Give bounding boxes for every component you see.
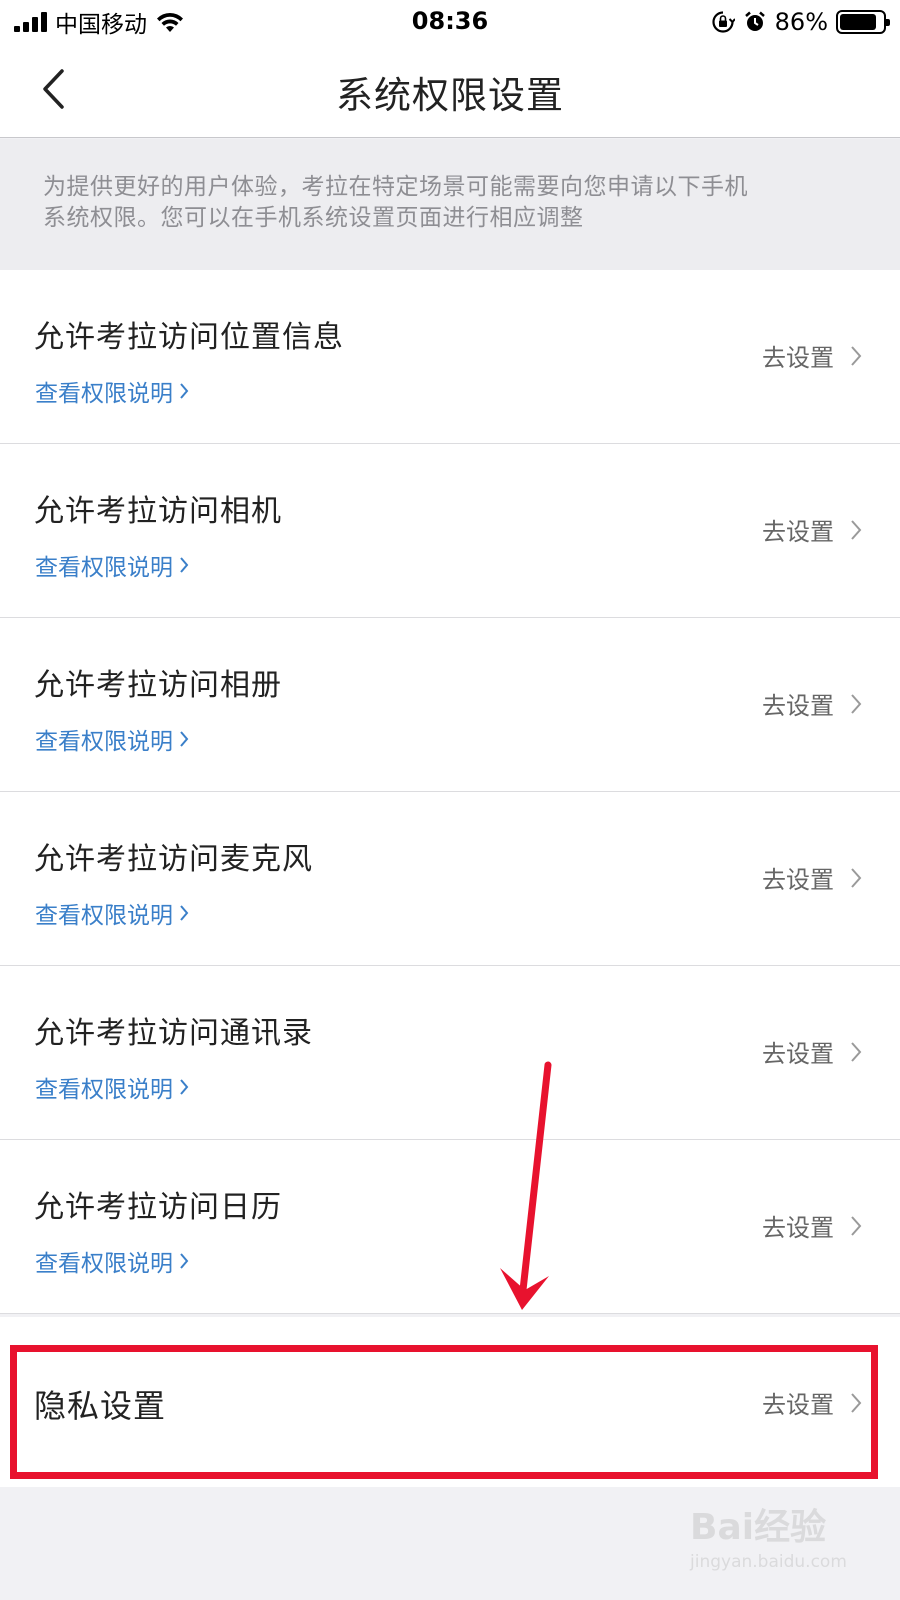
view-permission-info-label: 查看权限说明: [35, 729, 173, 755]
view-permission-info-link[interactable]: 查看权限说明: [35, 722, 189, 756]
permission-title: 允许考拉访问日历: [34, 1190, 282, 1225]
view-permission-info-link[interactable]: 查看权限说明: [35, 548, 189, 582]
permission-row[interactable]: 允许考拉访问日历 查看权限说明 去设置: [0, 1140, 900, 1314]
watermark-url: jingyan.baidu.com: [690, 1552, 847, 1572]
privacy-settings-row[interactable]: 隐私设置 去设置: [0, 1317, 900, 1487]
battery-percent: 86%: [774, 8, 828, 36]
go-settings-button[interactable]: 去设置: [762, 338, 862, 373]
watermark-text: Bai经验: [690, 1507, 827, 1548]
privacy-settings-label: 隐私设置: [34, 1387, 167, 1425]
battery-icon: [836, 10, 890, 34]
chevron-right-icon: [851, 1215, 862, 1236]
go-settings-label: 去设置: [762, 1391, 834, 1419]
chevron-right-icon: [180, 383, 189, 399]
view-permission-info-link[interactable]: 查看权限说明: [35, 374, 189, 408]
permission-notice: 为提供更好的用户体验，考拉在特定场景可能需要向您申请以下手机 系统权限。您可以在…: [0, 139, 900, 270]
permission-title: 允许考拉访问通讯录: [34, 1016, 313, 1051]
go-settings-label: 去设置: [762, 866, 834, 894]
go-settings-label: 去设置: [762, 344, 834, 372]
go-settings-button[interactable]: 去设置: [762, 686, 862, 721]
view-permission-info-link[interactable]: 查看权限说明: [35, 896, 189, 930]
permission-title: 允许考拉访问麦克风: [34, 842, 313, 877]
chevron-right-icon: [851, 1041, 862, 1062]
permission-row[interactable]: 允许考拉访问位置信息 查看权限说明 去设置: [0, 270, 900, 444]
go-settings-button[interactable]: 去设置: [762, 860, 862, 895]
notice-line-2: 系统权限。您可以在手机系统设置页面进行相应调整: [43, 205, 584, 231]
nav-bar: 系统权限设置: [0, 44, 900, 138]
chevron-right-icon: [851, 867, 862, 888]
permission-list: 允许考拉访问位置信息 查看权限说明 去设置 允许考拉访问相机 查看权限说明 去设…: [0, 270, 900, 1314]
go-settings-label: 去设置: [762, 518, 834, 546]
chevron-right-icon: [180, 1079, 189, 1095]
alarm-icon: [744, 11, 765, 31]
notice-line-1: 为提供更好的用户体验，考拉在特定场景可能需要向您申请以下手机: [43, 174, 748, 200]
status-right: 86%: [711, 8, 890, 36]
go-settings-label: 去设置: [762, 692, 834, 720]
permission-row[interactable]: 允许考拉访问麦克风 查看权限说明 去设置: [0, 792, 900, 966]
go-settings-button[interactable]: 去设置: [762, 1208, 862, 1243]
privacy-go-settings-button[interactable]: 去设置: [762, 1385, 862, 1420]
page-title: 系统权限设置: [336, 74, 564, 117]
chevron-right-icon: [851, 693, 862, 714]
go-settings-label: 去设置: [762, 1214, 834, 1242]
permission-title: 允许考拉访问相册: [34, 668, 282, 703]
permission-title: 允许考拉访问位置信息: [34, 320, 344, 355]
view-permission-info-link[interactable]: 查看权限说明: [35, 1070, 189, 1104]
go-settings-button[interactable]: 去设置: [762, 1034, 862, 1069]
chevron-right-icon: [851, 345, 862, 366]
chevron-right-icon: [180, 905, 189, 921]
view-permission-info-label: 查看权限说明: [35, 381, 173, 407]
rotation-lock-icon: [712, 11, 735, 33]
chevron-right-icon: [180, 557, 189, 573]
chevron-right-icon: [180, 731, 189, 747]
view-permission-info-label: 查看权限说明: [35, 555, 173, 581]
go-settings-label: 去设置: [762, 1040, 834, 1068]
chevron-right-icon: [851, 1392, 862, 1413]
battery-fill: [840, 14, 877, 30]
chevron-right-icon: [851, 519, 862, 540]
go-settings-button[interactable]: 去设置: [762, 512, 862, 547]
watermark-logo: Bai经验 jingyan.baidu.com: [690, 1498, 890, 1588]
chevron-right-icon: [180, 1253, 189, 1269]
permission-title: 允许考拉访问相机: [34, 494, 282, 529]
view-permission-info-label: 查看权限说明: [35, 1251, 173, 1277]
view-permission-info-label: 查看权限说明: [35, 1077, 173, 1103]
view-permission-info-label: 查看权限说明: [35, 903, 173, 929]
permission-row[interactable]: 允许考拉访问通讯录 查看权限说明 去设置: [0, 966, 900, 1140]
status-bar: 中国移动 08:36 86%: [0, 0, 900, 44]
view-permission-info-link[interactable]: 查看权限说明: [35, 1244, 189, 1278]
permission-row[interactable]: 允许考拉访问相机 查看权限说明 去设置: [0, 444, 900, 618]
permission-row[interactable]: 允许考拉访问相册 查看权限说明 去设置: [0, 618, 900, 792]
